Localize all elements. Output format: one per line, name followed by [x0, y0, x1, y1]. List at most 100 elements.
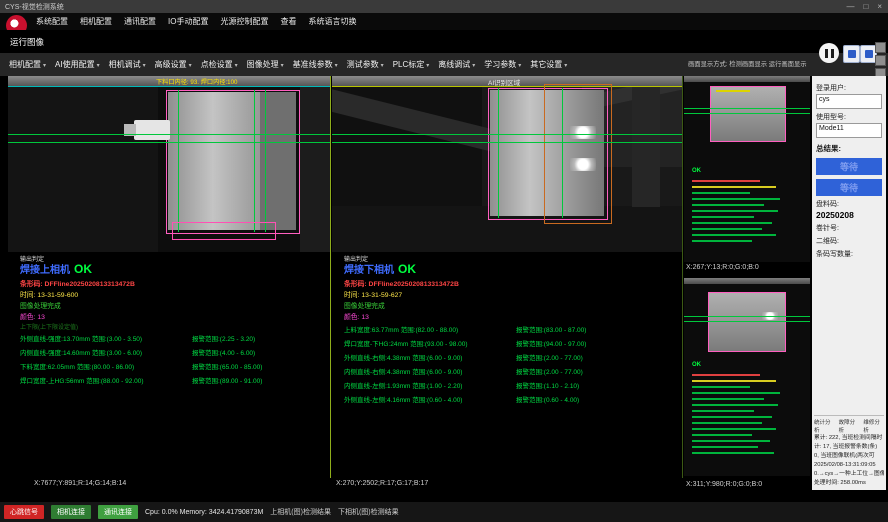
- panel-tab[interactable]: 统计分析: [814, 418, 835, 434]
- result-boxes: 等待等待: [816, 158, 882, 196]
- micro-text-line: [692, 422, 762, 424]
- camera-1-button[interactable]: [843, 45, 860, 63]
- measurement-row: 焊口宽度-上HG:56mm 范围:(88.00 - 92.00)报警范围:(89…: [20, 375, 326, 389]
- lower-camera-image[interactable]: AI识别区域: [332, 76, 682, 252]
- lower-camera-view[interactable]: AI识别区域 输出判定 焊接下相机OK 条形码: DFFline20250208…: [332, 76, 682, 478]
- chevron-down-icon: ▾: [564, 63, 567, 69]
- process-status-text: 图像处理完成: [20, 300, 61, 310]
- cursor-coordinates: X:7677;Y:891;R:14;G:14;B:14: [34, 480, 126, 487]
- measure-line: [684, 113, 810, 114]
- toolbar-item[interactable]: 离线调试▾: [438, 59, 475, 70]
- toolbar-item[interactable]: PLC标定▾: [393, 59, 430, 70]
- micro-text-line: [692, 410, 754, 412]
- view-divider: [682, 76, 683, 478]
- title-bar: CYS-视觉检测系统 — □ ×: [0, 0, 888, 13]
- model-value[interactable]: Mode11: [816, 123, 882, 138]
- menu-items: 系统配置 相机配置 通讯配置 IO手动配置 光源控制配置 查看 系统语言切换: [36, 16, 356, 27]
- measurement-text: 内侧直线-强度:14.60mm 范围:(3.00 - 6.00): [20, 347, 142, 357]
- side-tool-icon[interactable]: [875, 42, 886, 53]
- toolbar-item[interactable]: 点检设置▾: [201, 59, 238, 70]
- upper-camera-result-link[interactable]: 上相机(图)检测结果: [270, 507, 331, 517]
- measurement-text: 焊口宽度-上HG:56mm 范围:(88.00 - 92.00): [20, 375, 144, 385]
- menu-item[interactable]: 查看: [280, 16, 296, 27]
- middle-measurement-rows: 上料宽度:63.77mm 范围:(82.00 - 88.00)报警范围:(83.…: [344, 324, 678, 408]
- toolbar-item[interactable]: 学习参数▾: [484, 59, 521, 70]
- stat-line: 计: 17, 当班报警条数(条): [814, 443, 884, 452]
- menu-item[interactable]: 系统配置: [36, 16, 68, 27]
- preview-lower-camera[interactable]: OK: [684, 278, 810, 476]
- machine-structure: [632, 87, 660, 207]
- result-title: 焊接上相机OK: [20, 261, 92, 276]
- stat-line: 0.→cys→一种上工位→图像: [814, 470, 884, 479]
- measurement-row: 外侧直线-强度:13.70mm 范围:(3.00 - 3.50)报警范围:(2.…: [20, 333, 326, 347]
- chevron-down-icon: ▾: [43, 63, 46, 69]
- left-measurement-rows: 外侧直线-强度:13.70mm 范围:(3.00 - 3.50)报警范围:(2.…: [20, 333, 326, 389]
- lower-camera-result-link[interactable]: 下相机(图)检测结果: [338, 507, 399, 517]
- inspected-part: [710, 86, 786, 142]
- alarm-range-text: 报警范围:(2.25 - 3.20): [192, 333, 255, 343]
- minimize-icon[interactable]: —: [846, 0, 854, 13]
- toolbar-item[interactable]: 相机调试▾: [109, 59, 146, 70]
- window-controls: — □ ×: [846, 0, 888, 13]
- toolbar-item[interactable]: 图像处理▾: [247, 59, 284, 70]
- reel-code-label: 盘料码:: [816, 199, 882, 209]
- view-divider: [330, 76, 331, 478]
- login-user-label: 登录用户:: [816, 83, 882, 93]
- micro-text-line: [692, 416, 772, 418]
- measurement-text: 内侧直线-右侧:4.38mm 范围:(6.00 - 9.00): [344, 366, 462, 376]
- time-text: 时间: 13-31-59-600: [20, 289, 78, 299]
- spool-number-label: 卷针号:: [816, 223, 882, 233]
- micro-text-line: [692, 228, 762, 230]
- display-mode-label: 画面显示方式: 检测画面显示 运行画面显示: [688, 59, 807, 68]
- result-title: 焊接下相机OK: [344, 261, 416, 276]
- toolbar-item[interactable]: 相机配置▾: [9, 59, 46, 70]
- toolbar-item[interactable]: 测试参数▾: [347, 59, 384, 70]
- side-tool-icon[interactable]: [875, 55, 886, 66]
- micro-text-line: [692, 446, 758, 448]
- tab-run-image[interactable]: 运行图像: [10, 36, 44, 48]
- toolbar-item[interactable]: 高级设置▾: [155, 59, 192, 70]
- menu-item[interactable]: 通讯配置: [124, 16, 156, 27]
- preview-upper-camera[interactable]: OK: [684, 76, 810, 262]
- pause-button[interactable]: [819, 43, 839, 63]
- menu-item[interactable]: 系统语言切换: [308, 16, 356, 27]
- camera-name: 焊接下相机: [344, 265, 394, 276]
- toolbar-item[interactable]: AI使用配置▾: [55, 59, 100, 70]
- measurement-annotation: 下料口内径: 93. 焊口内径:100: [156, 77, 238, 86]
- measurement-annotation: [716, 90, 750, 92]
- chevron-down-icon: ▾: [143, 63, 146, 69]
- micro-text-line: [692, 386, 750, 388]
- micro-text-line: [692, 428, 776, 430]
- panel-tab[interactable]: 故障分析: [839, 418, 860, 434]
- measure-line: [8, 142, 330, 143]
- total-result-box: 等待: [816, 158, 882, 175]
- machine-rail: [684, 76, 810, 82]
- result-status: OK: [692, 168, 701, 174]
- close-icon[interactable]: ×: [877, 0, 882, 13]
- chevron-down-icon: ▾: [97, 63, 100, 69]
- measurement-text: 内侧直线-左侧:1.93mm 范围:(1.00 - 2.20): [344, 380, 462, 390]
- micro-text-line: [692, 222, 772, 224]
- measure-line: [8, 134, 330, 135]
- measure-line: [254, 90, 255, 232]
- qr-code-label: 二维码:: [816, 236, 882, 246]
- menu-item[interactable]: 光源控制配置: [220, 16, 268, 27]
- maximize-icon[interactable]: □: [863, 0, 868, 13]
- app-window: CYS-视觉检测系统 — □ × 系统配置 相机配置 通讯配置 IO手动配置 光源控制配…: [0, 0, 888, 522]
- heartbeat-indicator: 心跳信号: [4, 505, 44, 519]
- measure-line: [178, 90, 179, 232]
- tab-row: 运行图像: [0, 30, 888, 53]
- cursor-coordinates: X:267;Y:13;R:0;G:0;B:0: [686, 264, 759, 271]
- upper-camera-view[interactable]: 下料口内径: 93. 焊口内径:100 输出判定 焊接上相机OK 条形码: DF…: [8, 76, 330, 478]
- background-region: [8, 87, 158, 252]
- measure-line: [498, 88, 499, 218]
- measurement-text: 下料宽度:62.05mm 范围:(80.00 - 86.00): [20, 361, 134, 371]
- toolbar-item[interactable]: 其它设置▾: [530, 59, 567, 70]
- panel-tab[interactable]: 维修分析: [863, 418, 884, 434]
- menu-item[interactable]: IO手动配置: [168, 16, 208, 27]
- micro-text-line: [692, 204, 764, 206]
- toolbar-item[interactable]: 基准线参数▾: [293, 59, 338, 70]
- menu-item[interactable]: 相机配置: [80, 16, 112, 27]
- cursor-coordinates: X:311;Y:980;R:0;G:0;B:0: [686, 481, 762, 488]
- upper-camera-image[interactable]: 下料口内径: 93. 焊口内径:100: [8, 76, 330, 252]
